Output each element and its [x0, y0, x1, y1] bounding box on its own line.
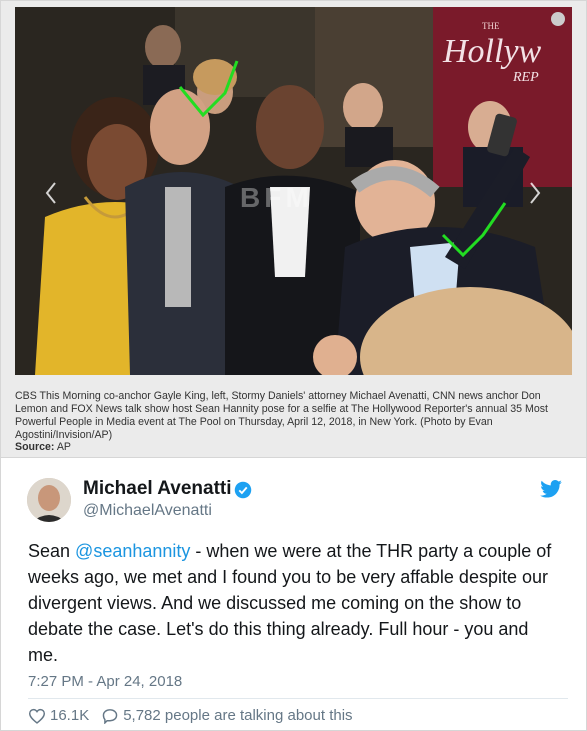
author-name[interactable]: Michael Avenatti: [83, 478, 232, 500]
magazine-title: Hollyw: [442, 33, 542, 70]
source-value: AP: [56, 441, 71, 453]
tweet-text: Sean @seanhannity - when we were at the …: [28, 538, 558, 668]
replies-text[interactable]: 5,782 people are talking about this: [123, 707, 352, 724]
mention-link[interactable]: @seanhannity: [75, 541, 190, 561]
photo-caption: CBS This Morning co-anchor Gayle King, l…: [15, 390, 548, 441]
tweet-text-before: Sean: [28, 541, 76, 561]
author-handle[interactable]: @MichaelAvenatti: [83, 502, 212, 520]
source-label: Source:: [15, 441, 55, 453]
photo-source: Source: AP: [15, 441, 71, 453]
magazine-sub: REP: [512, 70, 539, 85]
tweet-timestamp[interactable]: 7:27 PM - Apr 24, 2018: [28, 673, 182, 690]
twitter-bird-icon[interactable]: [540, 480, 562, 498]
photo-illustration: THE Hollyw REP BFM: [15, 7, 572, 375]
reply-bubble-icon[interactable]: [101, 708, 119, 724]
divider: [28, 698, 568, 699]
event-photo: THE Hollyw REP BFM: [15, 7, 572, 375]
heart-icon[interactable]: [28, 708, 46, 724]
verified-badge-icon: [234, 481, 252, 499]
embedded-tweet[interactable]: Michael Avenatti @MichaelAvenatti Sean @…: [0, 458, 587, 731]
tweet-actions: 16.1K 5,782 people are talking about thi…: [28, 707, 353, 724]
magazine-the: THE: [482, 21, 500, 31]
watermark: BFM: [240, 182, 313, 213]
info-icon[interactable]: [551, 12, 565, 26]
photo-card: THE Hollyw REP BFM CBS This Morning co-a…: [0, 0, 587, 458]
avatar[interactable]: [27, 478, 71, 522]
like-count[interactable]: 16.1K: [50, 707, 89, 724]
avatar-image: [27, 478, 71, 522]
